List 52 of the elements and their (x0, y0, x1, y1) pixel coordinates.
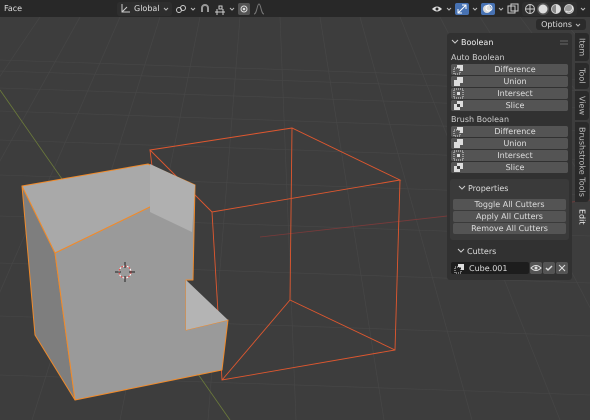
section-label: Auto Boolean (451, 53, 506, 62)
cutter-name-field[interactable]: Cube.001 (451, 262, 529, 274)
mode-label: Face (4, 4, 24, 13)
boolean-button[interactable]: Slice (451, 100, 568, 111)
cutters-button[interactable]: Remove All Cutters (453, 223, 566, 234)
boolean-button[interactable]: Difference (451, 126, 568, 137)
panel-header[interactable]: Properties (458, 181, 566, 195)
proportional-editing-icon[interactable] (238, 2, 250, 14)
cutters-button[interactable]: Apply All Cutters (453, 211, 566, 222)
boolean-union-icon (453, 76, 464, 87)
boolean-button[interactable]: Intersect (451, 88, 568, 99)
options-dropdown[interactable]: Options (536, 19, 586, 30)
section-label: Brush Boolean (451, 115, 510, 124)
rendered-shading-icon[interactable] (563, 2, 575, 14)
boolean-button[interactable]: Slice (451, 162, 568, 173)
boolean-difference-icon (453, 64, 464, 75)
boolean-button[interactable]: Intersect (451, 150, 568, 161)
boolean-button[interactable]: Union (451, 138, 568, 149)
boolean-intersect-icon (453, 150, 464, 161)
boolean-difference-icon (454, 262, 465, 274)
solid-shading-icon[interactable] (537, 2, 549, 14)
close-icon[interactable] (556, 262, 568, 274)
eye-icon[interactable] (530, 262, 542, 274)
sidebar-tab[interactable]: Brushstroke Tools (575, 122, 589, 202)
xray-icon[interactable] (507, 2, 519, 14)
panel-header[interactable]: Boolean (451, 35, 494, 49)
cutters-button[interactable]: Toggle All Cutters (453, 199, 566, 210)
sidebar-tab[interactable]: Tool (575, 63, 589, 89)
orientation-dropdown[interactable]: Global (117, 2, 172, 16)
overlays-icon[interactable] (481, 2, 495, 14)
checkmark-icon[interactable] (543, 262, 555, 274)
link-icon[interactable] (174, 2, 187, 14)
sidebar-tab[interactable]: View (575, 90, 589, 120)
boolean-intersect-icon (453, 88, 464, 99)
gizmo-icon[interactable] (455, 2, 469, 14)
snap-icon[interactable] (214, 2, 226, 14)
magnet-icon[interactable] (198, 2, 211, 14)
caret-icon (575, 22, 581, 28)
3d-cursor-icon (114, 262, 136, 282)
boolean-button[interactable]: Difference (451, 64, 568, 75)
panel-header[interactable]: Cutters (457, 244, 568, 258)
boolean-slice-icon (453, 100, 464, 111)
axes-icon (120, 3, 131, 14)
boolean-union-icon (453, 138, 464, 149)
sidebar-tab[interactable]: Item (575, 33, 589, 62)
drag-handle-icon[interactable] (560, 40, 568, 44)
wireframe-shading-icon[interactable] (524, 2, 536, 14)
boolean-difference-icon (453, 126, 464, 137)
material-shading-icon[interactable] (550, 2, 562, 14)
boolean-button[interactable]: Union (451, 76, 568, 87)
falloff-curve-icon[interactable] (252, 2, 265, 14)
boolean-slice-icon (453, 162, 464, 173)
